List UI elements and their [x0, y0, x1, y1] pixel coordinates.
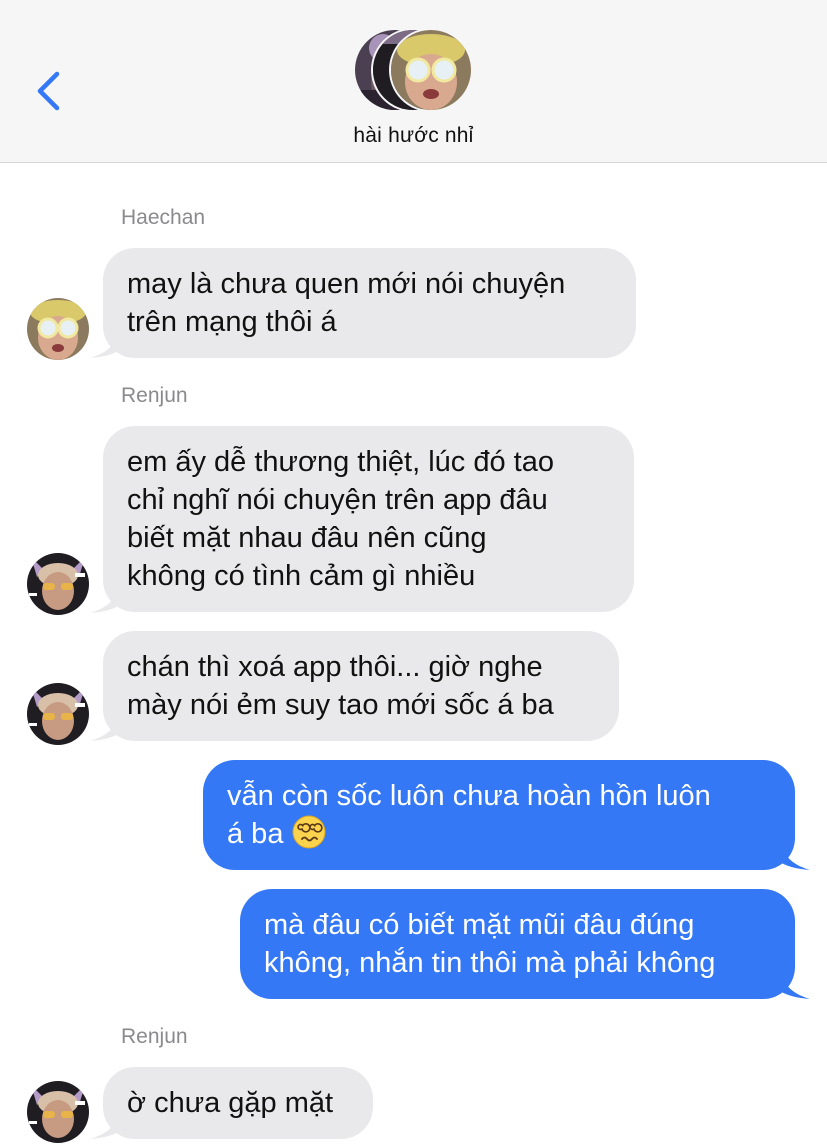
- back-button[interactable]: [26, 64, 70, 118]
- message-bubble-incoming[interactable]: chán thì xoá app thôi... giờ nghe mày nó…: [103, 631, 619, 741]
- woozy-dizzy-face-icon: [292, 815, 325, 849]
- group-name[interactable]: hài hước nhỉ: [0, 124, 827, 148]
- avatar[interactable]: [27, 1081, 89, 1143]
- sender-name: Haechan: [121, 206, 206, 229]
- message-bubble-outgoing[interactable]: vẫn còn sốc luôn chưa hoàn hồn luôn á ba: [203, 760, 795, 870]
- message-bubble-incoming[interactable]: ờ chưa gặp mặt: [103, 1067, 373, 1139]
- message-bubble-outgoing[interactable]: mà đâu có biết mặt mũi đâu đúng không, n…: [240, 889, 795, 999]
- sender-name: Renjun: [121, 384, 188, 407]
- avatar[interactable]: [27, 298, 89, 360]
- chat-header: hài hước nhỉ: [0, 0, 827, 163]
- group-avatar-stack[interactable]: [353, 28, 477, 112]
- message-bubble-incoming[interactable]: em ấy dễ thương thiệt, lúc đó tao chỉ ng…: [103, 426, 634, 612]
- chevron-left-icon: [37, 71, 60, 111]
- group-member-avatar: [389, 28, 473, 112]
- chat-screen: hài hước nhỉ Haechan may là chưa quen mớ…: [0, 0, 827, 1148]
- avatar[interactable]: [27, 683, 89, 745]
- message-bubble-incoming[interactable]: may là chưa quen mới nói chuyện trên mạn…: [103, 248, 636, 358]
- avatar[interactable]: [27, 553, 89, 615]
- sender-name: Renjun: [121, 1025, 188, 1048]
